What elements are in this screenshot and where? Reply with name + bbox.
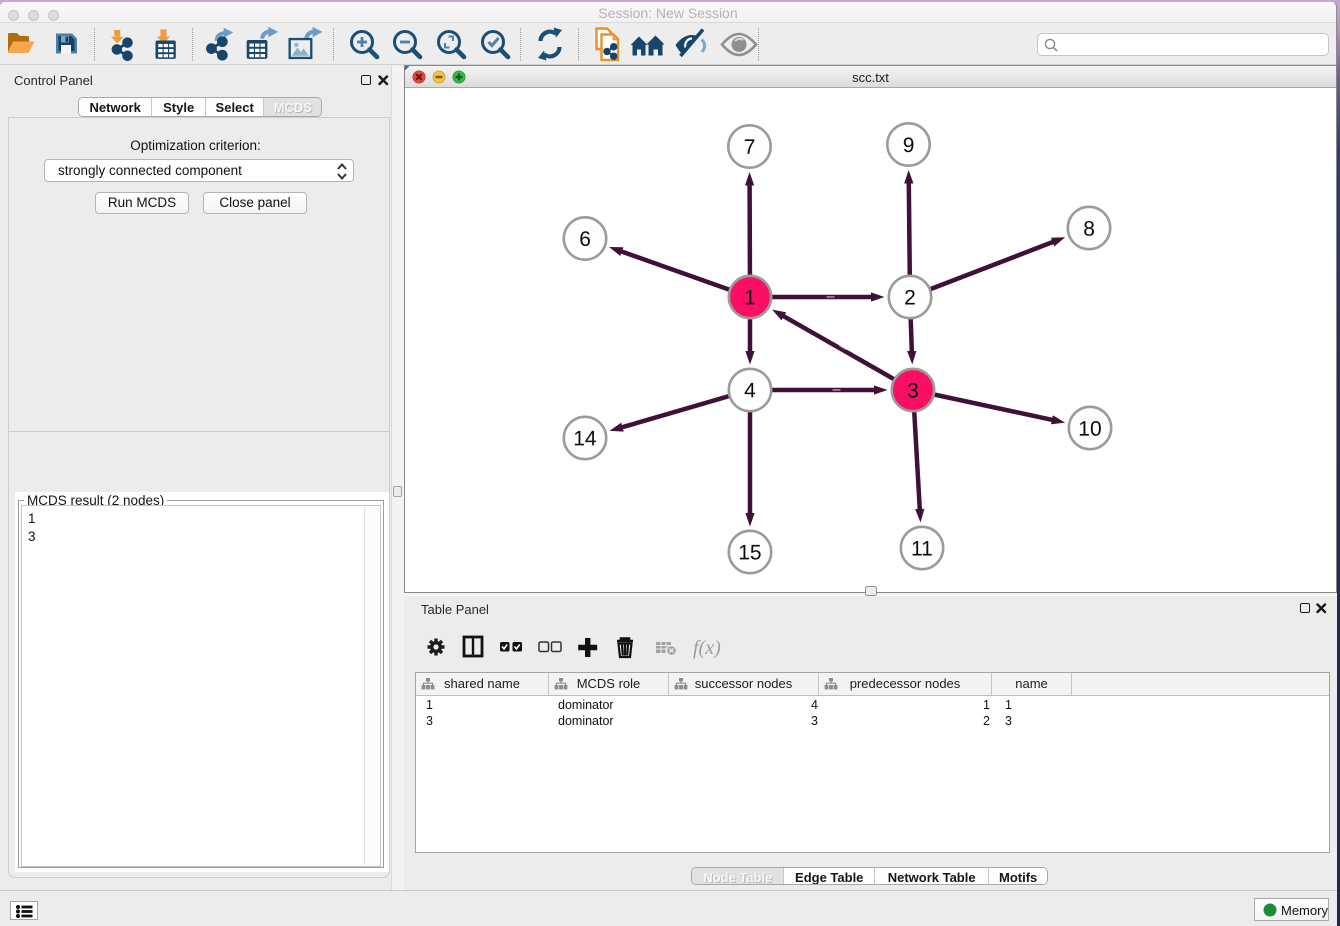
svg-text:1: 1 [744, 286, 756, 309]
svg-text:10: 10 [1078, 418, 1101, 441]
svg-text:6: 6 [579, 228, 591, 251]
svg-text:2: 2 [904, 287, 916, 310]
svg-text:3: 3 [907, 380, 919, 403]
svg-text:14: 14 [573, 427, 597, 450]
svg-text:7: 7 [744, 136, 756, 159]
svg-text:9: 9 [903, 134, 915, 157]
svg-text:8: 8 [1083, 218, 1095, 241]
svg-text:15: 15 [738, 541, 761, 564]
svg-text:4: 4 [744, 379, 756, 402]
svg-text:f(x): f(x) [693, 637, 721, 659]
svg-text:11: 11 [911, 538, 933, 561]
